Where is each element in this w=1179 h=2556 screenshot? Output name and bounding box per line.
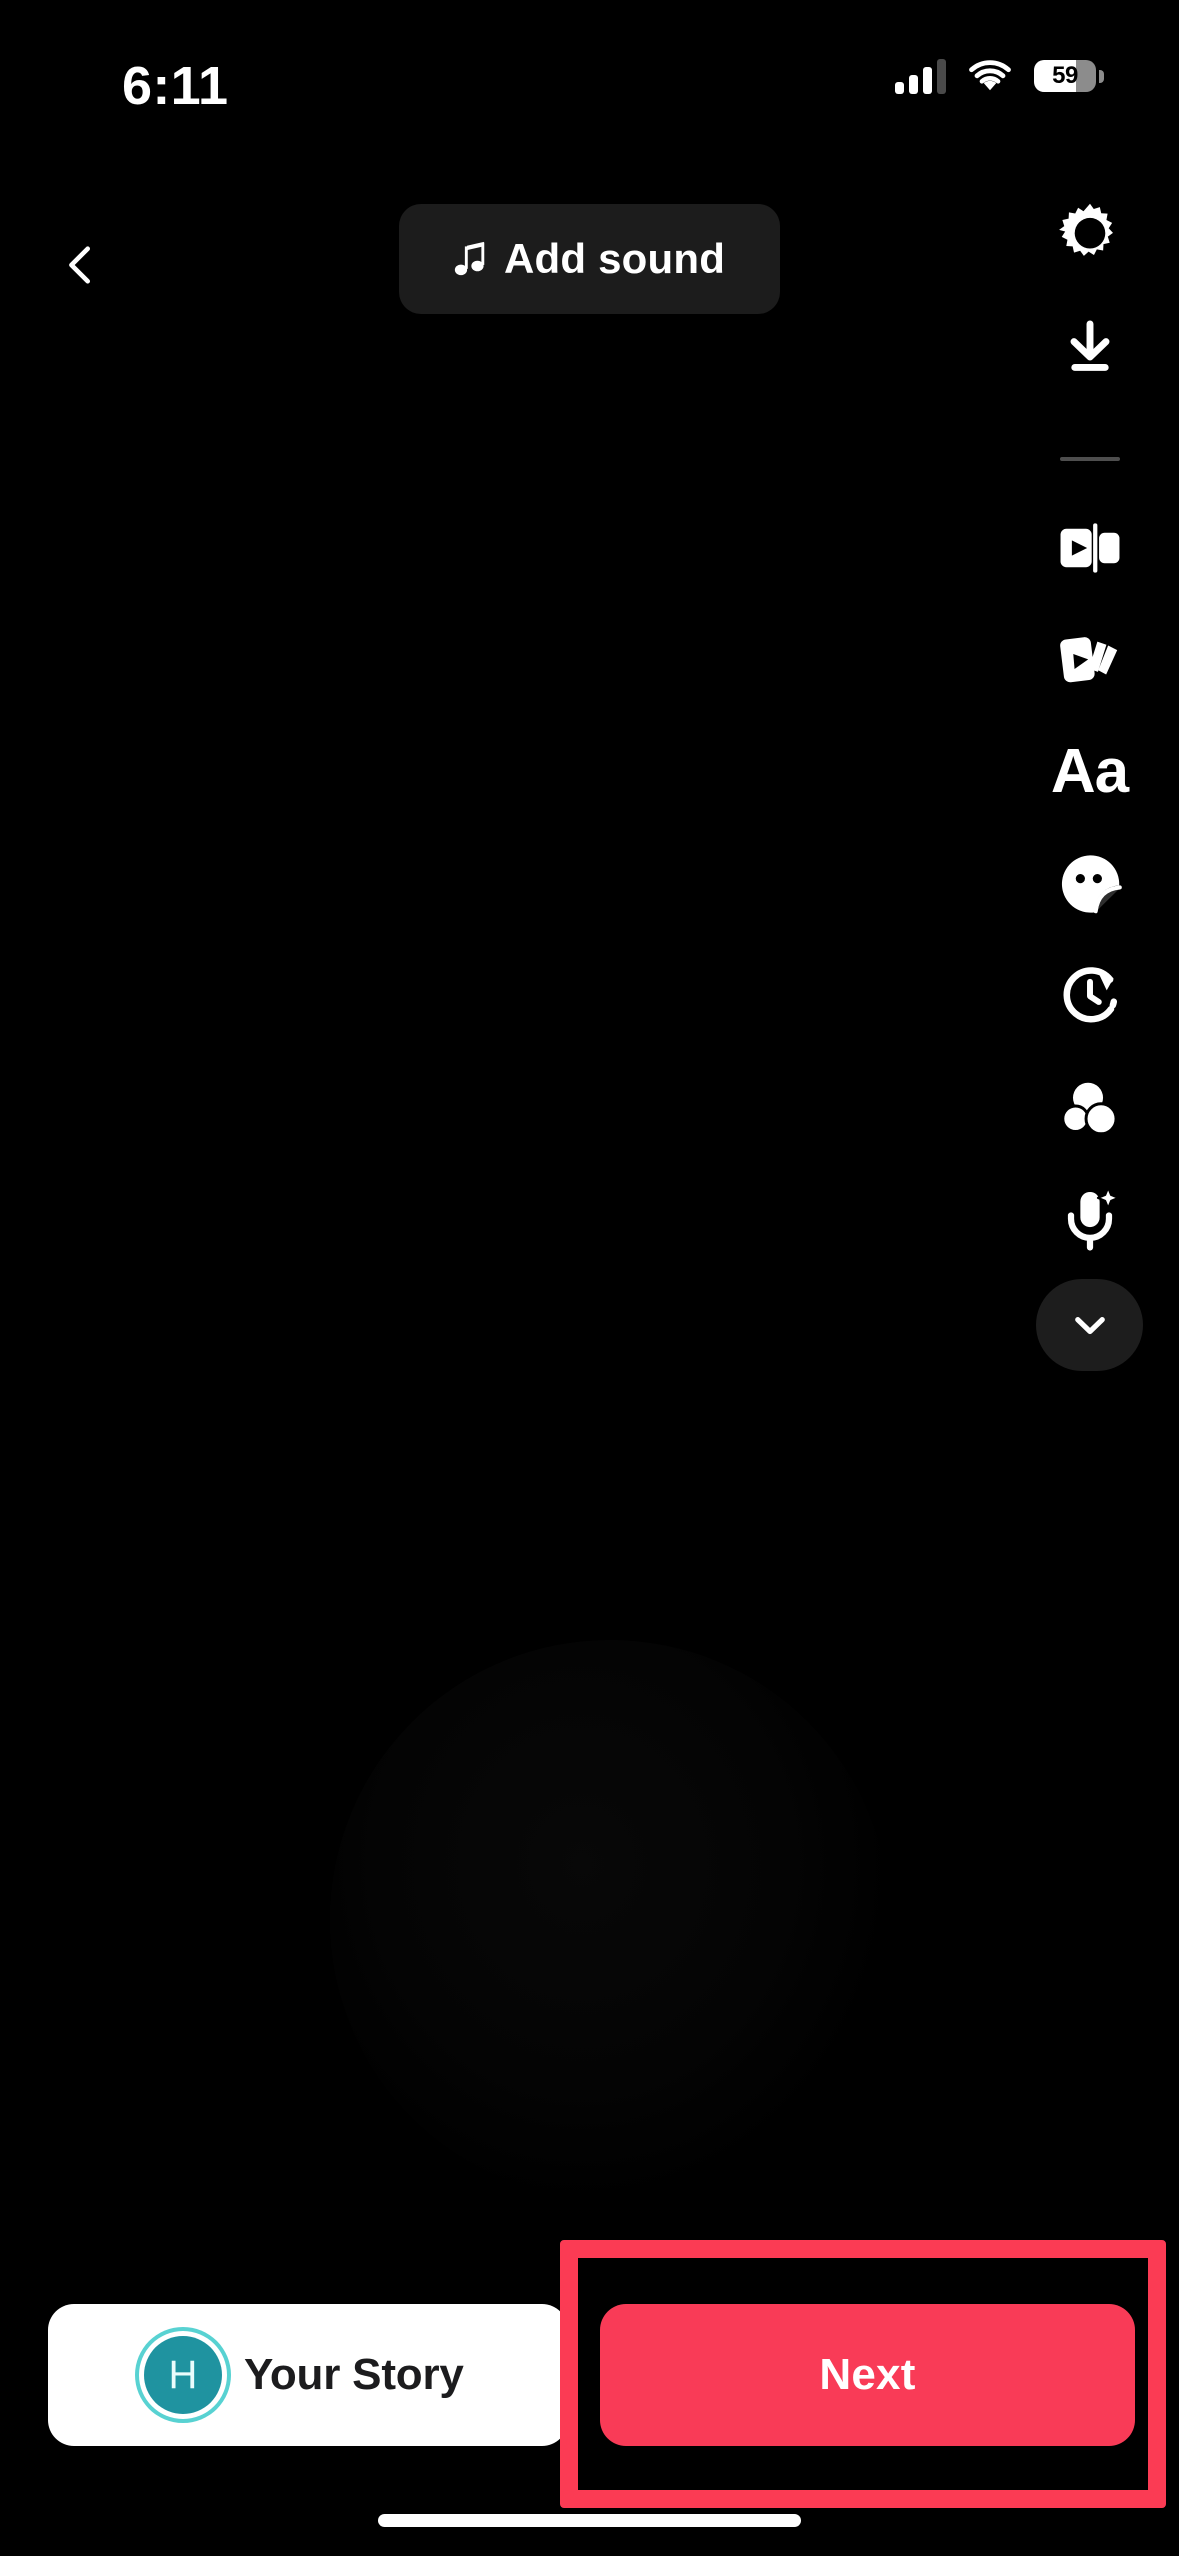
back-button[interactable]	[26, 210, 136, 320]
three-circles-icon	[1060, 1082, 1118, 1136]
toolbar-item-settings[interactable]	[1000, 180, 1179, 290]
download-icon	[1070, 320, 1109, 371]
status-bar-icons: 59	[895, 58, 1104, 94]
status-bar-time: 6:11	[122, 56, 229, 116]
wifi-icon	[969, 60, 1011, 91]
chevron-left-icon	[69, 246, 91, 284]
add-sound-label: Add sound	[503, 235, 726, 282]
cellular-signal-icon	[895, 58, 946, 94]
toolbar-item-templates[interactable]	[1000, 605, 1179, 715]
toolbar-item-voice-effects[interactable]	[1000, 1165, 1179, 1275]
your-story-button[interactable]: H Your Story	[48, 2304, 568, 2446]
chevron-down-icon	[1074, 1317, 1105, 1335]
toolbar-item-text[interactable]: Aa	[1000, 717, 1179, 827]
toolbar-item-adjust-clips[interactable]	[1000, 493, 1179, 603]
home-indicator	[378, 2514, 801, 2527]
text-aa-icon: Aa	[1050, 737, 1129, 806]
microphone-sparkle-icon	[1067, 1186, 1119, 1251]
avatar: H	[144, 2336, 222, 2414]
gear-icon	[1058, 203, 1113, 256]
video-frame-noise	[330, 1640, 890, 2200]
status-bar: 6:11 59	[0, 0, 1179, 140]
music-note-icon	[454, 241, 485, 276]
add-sound-button[interactable]: Add sound	[399, 204, 780, 314]
battery-terminal	[1099, 69, 1104, 83]
next-button[interactable]: Next	[600, 2304, 1135, 2446]
your-story-label: Your Story	[244, 2350, 464, 2399]
toolbar-item-stickers[interactable]	[1000, 829, 1179, 939]
battery-level-label: 59	[1052, 62, 1078, 89]
card-stack-play-icon	[1059, 637, 1117, 683]
avatar-initial: H	[168, 2353, 198, 2397]
toolbar-item-speed[interactable]	[1000, 941, 1179, 1051]
toolbar-collapse-button[interactable]	[1036, 1279, 1143, 1371]
clip-split-icon	[1060, 523, 1119, 573]
sticker-face-icon	[1061, 855, 1122, 914]
toolbar-divider	[1060, 457, 1120, 461]
next-button-label: Next	[819, 2350, 916, 2399]
clock-arrow-icon	[1063, 967, 1117, 1023]
toolbar-item-download[interactable]	[1000, 293, 1179, 403]
battery-icon: 59	[1034, 60, 1104, 92]
toolbar-item-filters[interactable]	[1000, 1053, 1179, 1163]
